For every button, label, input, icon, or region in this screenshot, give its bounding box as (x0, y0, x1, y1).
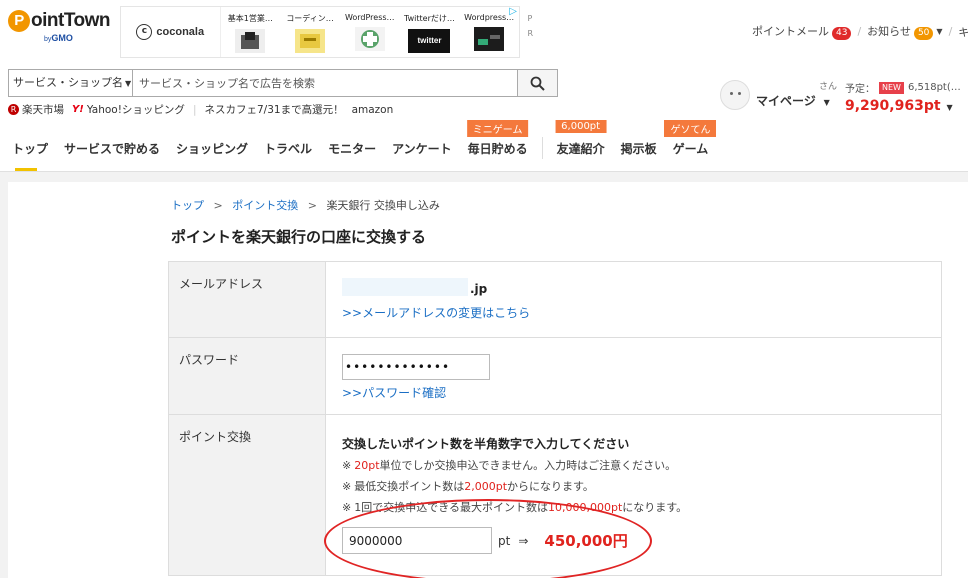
rakuten-icon: R (8, 104, 19, 115)
ad-item-1[interactable]: 基本1営業… (221, 7, 281, 57)
twitter-ad-thumbnail: twitter (408, 29, 451, 53)
mypage-label: マイページ (756, 93, 816, 108)
point-exchange-label: ポイント交換 (169, 415, 326, 575)
email-change-link[interactable]: >>メールアドレスの変更はこちら (342, 304, 925, 321)
more-link[interactable]: キャ (958, 24, 968, 40)
chevron-down-icon: ▼ (823, 97, 830, 107)
gmo-logo: byGMO (44, 33, 73, 43)
breadcrumb-top[interactable]: トップ (171, 199, 204, 212)
search-category-select[interactable]: サービス・ショップ名 ▼ (8, 69, 132, 97)
logo-text: ointTown (31, 10, 111, 31)
ad-coconala[interactable]: c coconala (121, 7, 221, 57)
ad-thumbnail-icon (235, 29, 266, 53)
arrow-icon: ⇒ (518, 533, 529, 548)
note-unit: ※ 20pt単位でしか交換申込できません。入力時はご注意ください。 (342, 459, 677, 472)
new-badge: NEW (879, 81, 904, 94)
nav-survey[interactable]: アンケート (384, 140, 460, 157)
mail-count-badge: 43 (832, 27, 852, 40)
nav-service[interactable]: サービスで貯める (56, 140, 168, 157)
avatar (720, 80, 750, 110)
page-title: ポイントを楽天銀行の口座に交換する (171, 228, 427, 246)
password-label: パスワード (169, 338, 326, 414)
yahoo-icon: Y! (72, 104, 84, 115)
email-row: メールアドレス .jp >>メールアドレスの変更はこちら (169, 262, 941, 338)
nav-shopping[interactable]: ショッピング (168, 140, 256, 157)
search-button[interactable] (518, 69, 558, 97)
instruction-text: 交換したいポイント数を半角数字で入力してください (342, 437, 630, 451)
site-header: PointTown byGMO c coconala 基本1営業… コーディン…… (0, 0, 968, 172)
search-icon (530, 76, 545, 91)
ad-thumbnail-icon (295, 29, 326, 53)
promo-link[interactable]: ネスカフェ7/31まで高還元！ (204, 102, 343, 117)
logo-mark: P (8, 10, 30, 32)
password-field[interactable]: ••••••••••••• (342, 354, 490, 380)
yahoo-shopping-link[interactable]: Yahoo!ショッピング (87, 102, 185, 117)
ad-item-2[interactable]: コーディン… (280, 7, 340, 57)
password-row: パスワード ••••••••••••• >>パスワード確認 (169, 338, 941, 415)
breadcrumb-point-exchange[interactable]: ポイント交換 (232, 199, 298, 212)
nav-badge-minigame: ミニゲーム (466, 119, 529, 137)
nav-daily[interactable]: ミニゲーム 毎日貯める (460, 119, 536, 157)
nav-badge-game: ゲソてん (664, 119, 717, 137)
ad-item-3[interactable]: WordPress… (340, 7, 400, 57)
nav-top[interactable]: トップ (0, 140, 56, 171)
nav-invite[interactable]: 6,000pt 友達紹介 (549, 119, 613, 157)
notice-count-badge: 50 (913, 27, 934, 40)
note-minimum: ※ 最低交換ポイント数は2,000ptからになります。 (342, 480, 594, 493)
point-exchange-row: ポイント交換 交換したいポイント数を半角数字で入力してください ※ 20pt単位で… (169, 415, 941, 575)
quick-links: R 楽天市場 Y! Yahoo!ショッピング | ネスカフェ7/31まで高還元！… (8, 102, 393, 117)
ad-thumbnail-icon (474, 27, 505, 51)
rakuten-link[interactable]: 楽天市場 (22, 102, 64, 117)
chevron-down-icon[interactable]: ▼ (936, 27, 942, 36)
nav-board[interactable]: 掲示板 (613, 140, 665, 157)
yen-result: 450,000円 (544, 532, 628, 550)
total-points: 9,290,963pt (845, 98, 941, 114)
pointtown-logo[interactable]: PointTown byGMO (8, 10, 116, 56)
search-input[interactable] (132, 69, 518, 97)
email-domain: .jp (470, 282, 488, 296)
ad-choices-icon[interactable]: ▷ (509, 6, 517, 17)
email-masked (342, 278, 468, 296)
nav-game[interactable]: ゲソてん ゲーム (664, 119, 717, 157)
ad-item-4[interactable]: Twitterだけ… twitter (400, 7, 460, 57)
main-content: トップ > ポイント交換 > 楽天銀行 交換申し込み ポイントを楽天銀行の口座に… (8, 182, 968, 578)
amazon-link[interactable]: amazon (352, 104, 394, 116)
search-bar: サービス・ショップ名 ▼ (8, 69, 558, 97)
ad-pr-label: PR (527, 14, 533, 38)
note-maximum: ※ 1回で交換申込できる最大ポイント数は10,000,000ptになります。 (342, 501, 688, 514)
chevron-down-icon: ▼ (946, 103, 953, 112)
point-amount-input[interactable] (342, 527, 492, 554)
nav-badge-invite: 6,000pt (555, 119, 607, 133)
scheduled-points: 6,518pt(… (907, 82, 961, 93)
point-mail-link[interactable]: ポイントメール 43 (752, 23, 852, 40)
nav-travel[interactable]: トラベル (256, 140, 320, 157)
ad-thumbnail-icon (354, 27, 385, 51)
password-confirm-link[interactable]: >>パスワード確認 (342, 384, 925, 401)
mypage-menu[interactable]: さん マイページ ▼ (720, 80, 837, 110)
email-label: メールアドレス (169, 262, 326, 337)
nav-divider (541, 137, 543, 159)
nav-monitor[interactable]: モニター (320, 140, 384, 157)
pt-unit: pt (498, 533, 511, 548)
ad-banner[interactable]: c coconala 基本1営業… コーディン… WordPress… Twit… (120, 6, 533, 58)
coconala-icon: c (136, 24, 153, 40)
points-summary[interactable]: 予定： NEW 6,518pt(… 9,290,963pt ▼ (845, 80, 961, 114)
notice-link[interactable]: お知らせ 50 (867, 23, 934, 40)
breadcrumb-current: 楽天銀行 交換申し込み (326, 199, 440, 212)
header-divider (0, 171, 968, 172)
main-nav: トップ サービスで貯める ショッピング トラベル モニター アンケート ミニゲー… (0, 119, 717, 171)
chevron-down-icon: ▼ (125, 79, 132, 88)
breadcrumb: トップ > ポイント交換 > 楽天銀行 交換申し込み (171, 199, 440, 212)
exchange-form: メールアドレス .jp >>メールアドレスの変更はこちら パスワード •••••… (168, 261, 942, 576)
top-right-links: ポイントメール43 / お知らせ50 ▼ / キャ (752, 23, 968, 40)
